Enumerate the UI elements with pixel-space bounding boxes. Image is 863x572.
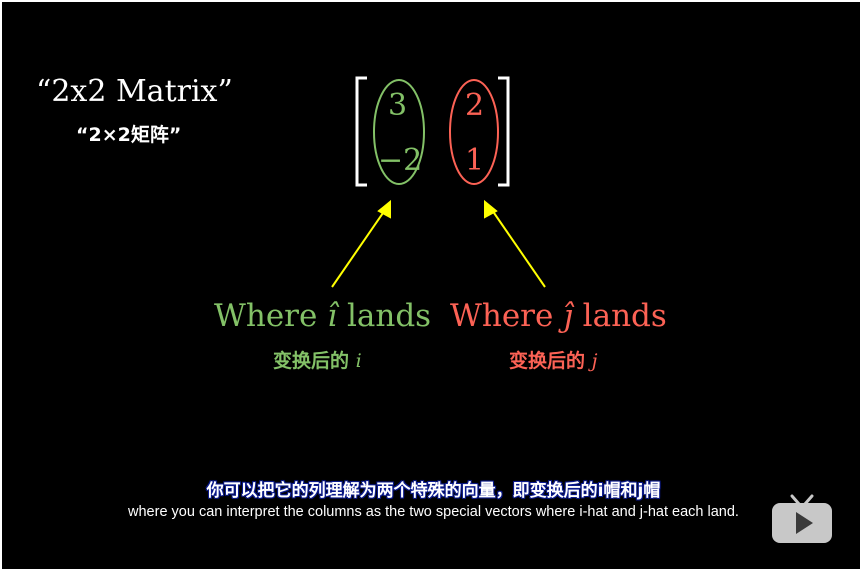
left-bracket <box>355 76 367 187</box>
j-hat-symbol: ĵ <box>563 298 573 334</box>
j-hat-label-chinese: 变换后的 j <box>509 346 598 373</box>
tv-play-icon <box>772 494 832 543</box>
j-var: j <box>591 350 598 372</box>
arrow-j-shaft <box>491 209 546 288</box>
i-hat-label-chinese: 变换后的 i <box>273 346 362 373</box>
i-hat-label: Where î lands <box>214 298 431 334</box>
subtitle-chinese: 你可以把它的列理解为两个特殊的向量，即变换后的i帽和j帽 <box>206 481 661 501</box>
subtitle-english: where you can interpret the columns as t… <box>128 504 739 520</box>
j-hat-label: Where ĵ lands <box>450 298 667 334</box>
matrix-entry-a: 3 <box>388 88 408 123</box>
arrow-i-shaft <box>331 209 386 288</box>
j-hat-zh-text: 变换后的 <box>509 350 592 372</box>
video-frame: “2x2 Matrix” “2×2矩阵” 3 −2 2 1 Where î la… <box>2 2 860 569</box>
i-hat-where: Where <box>214 298 328 334</box>
right-bracket <box>498 76 510 187</box>
matrix-entry-c: −2 <box>378 143 423 178</box>
matrix-entry-b: 2 <box>465 88 485 123</box>
matrix-entry-d: 1 <box>465 143 485 178</box>
i-var: i <box>355 350 362 372</box>
j-hat-lands: lands <box>572 298 667 334</box>
i-hat-symbol: î <box>327 298 338 334</box>
i-hat-lands: lands <box>337 298 432 334</box>
i-hat-zh-text: 变换后的 <box>273 350 356 372</box>
j-hat-where: Where <box>450 298 564 334</box>
